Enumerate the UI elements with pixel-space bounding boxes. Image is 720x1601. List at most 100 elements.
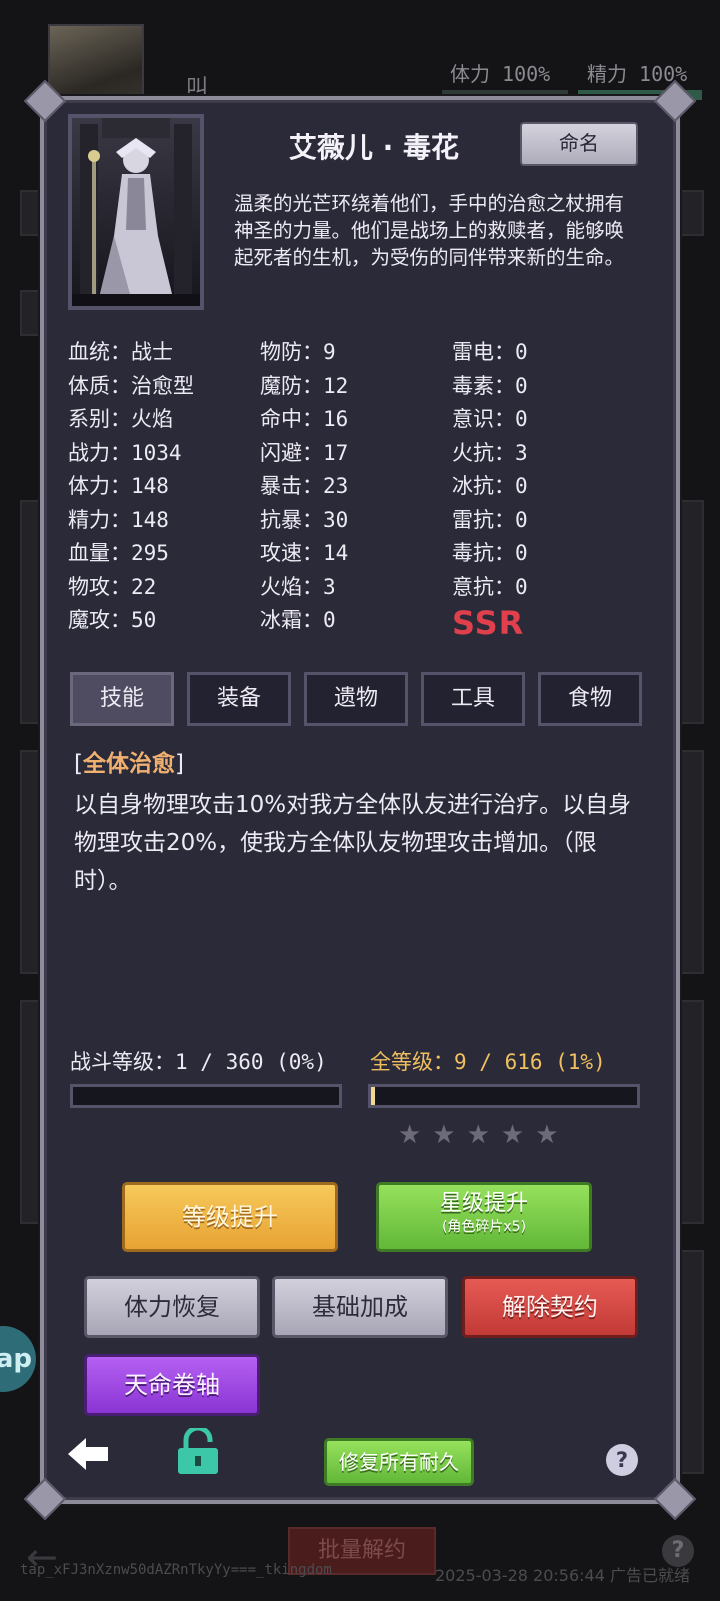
background-stamina-label: 体力 100%	[450, 62, 551, 86]
stat-value: 0	[515, 474, 528, 498]
total-level-label: 全等级：9 / 616 (1%)	[370, 1046, 606, 1076]
stat-row: 攻速：14	[260, 537, 348, 571]
stat-row: 魔防：12	[260, 370, 348, 404]
stat-key: 血统	[68, 340, 110, 364]
stat-value: 295	[131, 541, 169, 565]
base-bonus-button[interactable]: 基础加成	[272, 1276, 448, 1338]
stat-separator: ：	[494, 541, 515, 565]
battle-level-value: 1 / 360 (0%)	[175, 1050, 327, 1074]
stat-separator: ：	[110, 507, 131, 532]
stat-value: 14	[323, 541, 349, 565]
stat-separator: ：	[302, 507, 323, 532]
stat-key: 系别	[68, 407, 110, 431]
stat-separator: ：	[494, 507, 515, 532]
star-up-label: 星级提升	[439, 1191, 528, 1216]
stat-row: 火抗：3	[452, 437, 528, 471]
tab-relics[interactable]: 遗物	[304, 672, 408, 726]
skill-description: 以自身物理攻击10%对我方全体队友进行治疗。以自身物理攻击20%，使我方全体队友…	[74, 792, 632, 894]
total-level-progress-bar	[368, 1084, 640, 1108]
stat-row: 冰霜：0	[260, 604, 348, 638]
fate-scroll-button[interactable]: 天命卷轴	[84, 1354, 260, 1416]
stat-separator: ：	[302, 574, 323, 599]
stat-value: 1034	[131, 440, 182, 465]
stat-key: 毒抗	[452, 541, 494, 565]
stat-key: 闪避	[260, 440, 302, 465]
stat-separator: ：	[302, 407, 323, 431]
star-rating: ★★★★★	[398, 1120, 570, 1150]
stat-value: 0	[515, 507, 528, 532]
stat-separator: ：	[110, 541, 131, 565]
stat-separator: ：	[110, 574, 131, 599]
level-up-button[interactable]: 等级提升	[122, 1182, 338, 1252]
stat-key: 物防	[260, 340, 302, 364]
stat-key: 血量	[68, 541, 110, 565]
stat-row: 物防：9	[260, 336, 348, 370]
skill-name: 全体治愈	[82, 751, 175, 777]
panel-corner-ornament	[653, 1477, 697, 1521]
release-contract-button[interactable]: 解除契约	[462, 1276, 638, 1338]
floating-ap-button[interactable]: ap	[0, 1326, 36, 1392]
total-level-progress-fill	[371, 1087, 375, 1105]
stat-value: 0	[515, 407, 528, 431]
stat-row: 意抗：0	[452, 571, 528, 605]
stat-value: 148	[131, 474, 169, 498]
stat-separator: ：	[302, 541, 323, 565]
stat-separator: ：	[302, 474, 323, 498]
stat-value: 战士	[131, 340, 173, 364]
stat-separator: ：	[494, 440, 515, 465]
stat-value: 50	[131, 608, 157, 632]
stat-separator: ：	[110, 407, 131, 431]
star-up-button[interactable]: 星级提升 (角色碎片x5)	[376, 1182, 592, 1252]
panel-corner-ornament	[23, 1477, 67, 1521]
stat-key: 物攻	[68, 574, 110, 599]
background-list-card	[676, 500, 704, 724]
stat-key: 抗暴	[260, 507, 302, 532]
stat-value: 0	[323, 608, 336, 632]
tab-skills[interactable]: 技能	[70, 672, 174, 726]
stat-value: 3	[515, 440, 528, 465]
stat-key: 体力	[68, 474, 110, 498]
tab-equipment[interactable]: 装备	[187, 672, 291, 726]
stat-row: 雷电：0	[452, 336, 528, 370]
tab-tools[interactable]: 工具	[421, 672, 525, 726]
character-description: 温柔的光芒环绕着他们，手中的治愈之杖拥有神圣的力量。他们是战场上的救赎者，能够唤…	[234, 192, 625, 269]
unlock-icon[interactable]	[176, 1428, 220, 1476]
character-portrait	[68, 114, 204, 310]
stat-value: 17	[323, 440, 349, 465]
stat-separator: ：	[494, 373, 515, 398]
stat-separator: ：	[110, 474, 131, 498]
stat-key: 暴击	[260, 474, 302, 498]
stat-separator: ：	[302, 373, 323, 398]
stat-row: 命中：16	[260, 403, 348, 437]
stat-key: 火焰	[260, 574, 302, 599]
stat-row: 体质：治愈型	[68, 370, 194, 404]
stamina-restore-button[interactable]: 体力恢复	[84, 1276, 260, 1338]
star-up-cost: (角色碎片x5)	[441, 1219, 527, 1235]
stat-row: 抗暴：30	[260, 504, 348, 538]
stat-value: 火焰	[131, 407, 173, 431]
stat-value: 148	[131, 507, 169, 532]
battle-level-label: 战斗等级：1 / 360 (0%)	[70, 1046, 327, 1076]
stat-separator: ：	[494, 407, 515, 431]
stat-key: 雷抗	[452, 507, 494, 532]
battle-level-progress-bar	[70, 1084, 342, 1108]
background-list-card	[676, 1250, 704, 1474]
stat-value: 0	[515, 373, 528, 398]
stat-separator: ：	[302, 440, 323, 465]
back-arrow-icon[interactable]	[66, 1434, 110, 1474]
stat-value: 0	[515, 541, 528, 565]
stat-row: 战力：1034	[68, 437, 194, 471]
stat-separator: ：	[110, 440, 131, 465]
skill-bracket-close: ]	[174, 751, 184, 777]
tab-food[interactable]: 食物	[538, 672, 642, 726]
stat-row: 魔攻：50	[68, 604, 194, 638]
rename-button[interactable]: 命名	[520, 122, 638, 166]
stat-row: 物攻：22	[68, 571, 194, 605]
stat-separator: ：	[110, 373, 131, 398]
help-icon[interactable]: ?	[606, 1444, 638, 1476]
rarity-badge: SSR	[452, 604, 525, 642]
stat-row: 雷抗：0	[452, 504, 528, 538]
stat-row: 意识：0	[452, 403, 528, 437]
stat-row: 闪避：17	[260, 437, 348, 471]
repair-all-button[interactable]: 修复所有耐久	[324, 1438, 474, 1486]
